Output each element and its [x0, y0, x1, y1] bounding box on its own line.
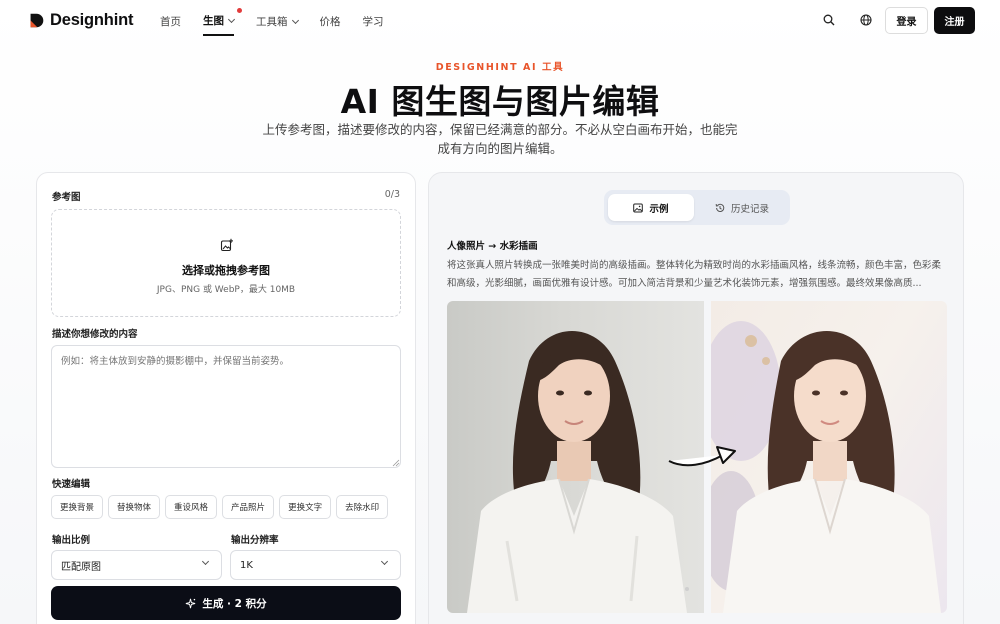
upload-dropzone[interactable]: 选择或拖拽参考图 JPG、PNG 或 WebP，最大 10MB — [51, 209, 401, 317]
example-title: 人像照片 → 水彩插画 — [447, 241, 538, 252]
carousel-dot[interactable] — [685, 587, 689, 591]
resolution-value: 1K — [240, 559, 253, 571]
hero-eyebrow: DESIGNHINT AI 工具 — [435, 62, 565, 73]
page-title: AI 图生图与图片编辑 — [340, 82, 660, 121]
logo-icon — [30, 13, 44, 28]
upload-title: 选择或拖拽参考图 — [182, 264, 270, 277]
sparkle-icon — [186, 598, 196, 608]
chip-change-background[interactable]: 更换背景 — [51, 495, 104, 519]
resolution-label: 输出分辨率 — [231, 535, 279, 546]
reference-label: 参考图 — [52, 192, 81, 203]
chip-remove-watermark[interactable]: 去除水印 — [336, 495, 389, 519]
search-icon — [823, 14, 835, 26]
ratio-select[interactable]: 匹配原图 — [51, 550, 222, 580]
generate-button[interactable]: 生成 · 2 积分 — [51, 586, 401, 620]
notification-dot — [237, 8, 242, 13]
ratio-value: 匹配原图 — [61, 561, 101, 573]
image-icon — [633, 203, 644, 212]
examples-tabs: 示例 历史记录 — [604, 190, 790, 225]
login-button[interactable]: 登录 — [885, 7, 928, 34]
main-menu: 首页 生图 工具箱 价格 学习 — [160, 8, 384, 36]
chevron-down-icon — [201, 557, 210, 566]
signup-button[interactable]: 注册 — [934, 7, 975, 34]
example-description: 将这张真人照片转换成一张唯美时尚的高级插画。整体转化为精致时尚的水彩插画风格，线… — [447, 260, 942, 289]
chevron-down-icon — [291, 16, 299, 24]
image-upload-icon — [220, 238, 233, 252]
transform-arrow-icon — [668, 446, 736, 467]
tab-history[interactable]: 历史记录 — [698, 194, 786, 221]
language-button[interactable] — [858, 12, 874, 28]
resolution-select[interactable]: 1K — [230, 550, 401, 580]
quick-edit-label: 快速编辑 — [52, 479, 91, 490]
chip-change-text[interactable]: 更换文字 — [279, 495, 332, 519]
prompt-input[interactable] — [51, 345, 401, 468]
chip-replace-object[interactable]: 替换物体 — [108, 495, 161, 519]
globe-icon — [860, 14, 872, 26]
search-button[interactable] — [821, 12, 837, 28]
reference-count: 0/3 — [384, 189, 400, 200]
history-icon — [715, 203, 725, 212]
logo[interactable]: Designhint — [28, 11, 133, 30]
generate-label: 生成 · 2 积分 — [202, 597, 267, 610]
nav-item-toolbox[interactable]: 工具箱 — [256, 13, 299, 36]
chevron-down-icon — [227, 15, 236, 23]
ratio-label: 输出比例 — [52, 535, 91, 546]
quick-edit-chips: 更换背景 替换物体 重设风格 产品照片 更换文字 去除水印 — [51, 495, 389, 519]
nav-item-home[interactable]: 首页 — [160, 13, 181, 36]
chevron-down-icon — [380, 557, 389, 566]
upload-hint: JPG、PNG 或 WebP，最大 10MB — [156, 285, 296, 295]
edit-form-panel: 参考图 0/3 选择或拖拽参考图 JPG、PNG 或 WebP，最大 10MB … — [36, 172, 416, 624]
resize-handle-icon[interactable] — [392, 459, 400, 467]
prompt-label: 描述你想修改的内容 — [52, 329, 138, 340]
nav-item-generate[interactable]: 生图 — [203, 8, 242, 36]
nav-item-pricing[interactable]: 价格 — [320, 13, 341, 36]
tab-examples[interactable]: 示例 — [608, 194, 694, 221]
examples-panel: 示例 历史记录 人像照片 → 水彩插画 将这张真人照片转换成一张唯美时尚的高级插… — [428, 172, 964, 624]
chip-product-photo[interactable]: 产品照片 — [222, 495, 275, 519]
nav-item-learn[interactable]: 学习 — [363, 13, 384, 36]
brand-name: Designhint — [50, 11, 134, 29]
top-nav: Designhint 首页 生图 工具箱 价格 学习 登录 注册 — [0, 0, 1000, 42]
chip-restyle[interactable]: 重设风格 — [165, 495, 218, 519]
hero-subtitle: 上传参考图，描述要修改的内容，保留已经满意的部分。不必从空白画布开始，也能完成有… — [262, 122, 738, 156]
example-after-image — [711, 301, 947, 613]
watercolor-illustration — [711, 321, 941, 613]
